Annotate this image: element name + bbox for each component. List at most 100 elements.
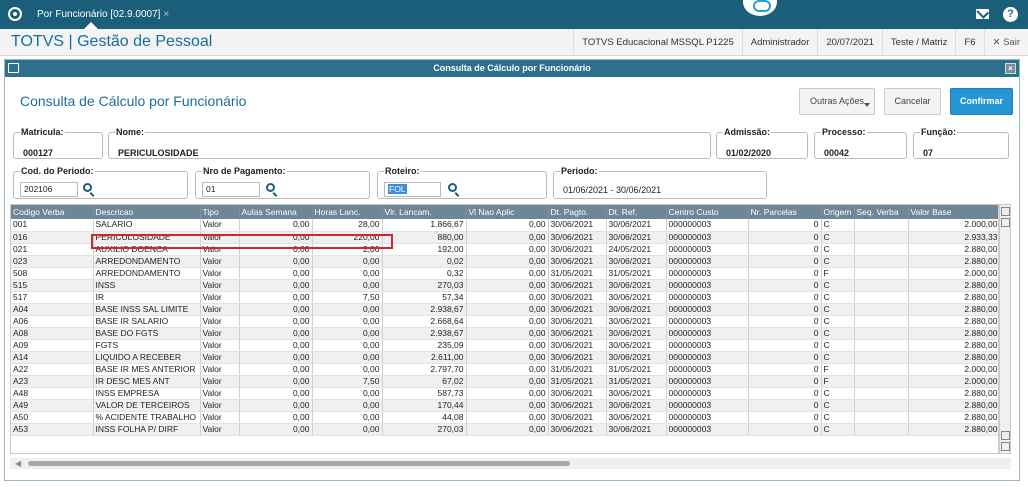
- matricula-field[interactable]: Matricula: 000127: [13, 127, 103, 159]
- table-row[interactable]: A22 BASE IR MES ANTERIOR Valor 0,00 0,00 2.79…: [11, 363, 998, 376]
- scroll-down-icon[interactable]: [1001, 431, 1010, 440]
- table-cell: 2.880,00: [908, 279, 998, 292]
- table-row[interactable]: A50% ACIDENTE TRABALHO Valor 0,00 0,00 44,08…: [11, 411, 998, 424]
- table-cell: 0: [748, 423, 822, 436]
- table-cell: C: [821, 315, 855, 328]
- table-row[interactable]: A06 BASE IR SALARIO Valor 0,00 0,00 2.668,64 0…: [11, 315, 998, 328]
- scroll-bottom-icon[interactable]: [1001, 442, 1010, 451]
- roteiro-selected-text: FOL: [388, 184, 407, 194]
- exit-button[interactable]: ✕ Sair: [983, 29, 1028, 56]
- table-cell: 0: [748, 375, 822, 388]
- chat-icon[interactable]: [741, 0, 779, 18]
- column-header[interactable]: Codigo Verba: [11, 205, 94, 219]
- table-cell: 2.880,00: [908, 351, 998, 364]
- mail-icon[interactable]: [976, 9, 989, 19]
- column-header[interactable]: Seq. Verba: [854, 205, 909, 219]
- table-cell: 0,00: [466, 411, 549, 424]
- table-cell: 000000003: [666, 351, 749, 364]
- table-cell: Valor: [200, 255, 240, 268]
- column-header[interactable]: Horas Lanc.: [312, 205, 383, 219]
- vertical-scrollbar[interactable]: [999, 204, 1011, 454]
- column-header[interactable]: Vlr. Lancam.: [382, 205, 467, 219]
- funcao-field[interactable]: Função: 07: [913, 127, 1009, 159]
- table-cell: 270,03: [382, 279, 467, 292]
- table-cell: 0: [748, 411, 822, 424]
- other-actions-button[interactable]: Outras Ações: [799, 88, 875, 115]
- nro-pagamento-input[interactable]: 01: [202, 182, 260, 197]
- table-cell: 0,00: [239, 291, 313, 304]
- branch-label[interactable]: Teste / Matriz: [881, 29, 956, 56]
- scrollbar-thumb[interactable]: [28, 461, 570, 466]
- column-header[interactable]: Valor Base: [908, 205, 998, 219]
- column-header[interactable]: Vl Nao Aplic: [466, 205, 549, 219]
- table-row[interactable]: A49 VALOR DE TERCEIROS Valor 0,00 0,00 170,44…: [11, 399, 998, 412]
- window-icon: [8, 63, 19, 73]
- table-row[interactable]: 517 IR Valor 0,00 7,50 57,34 0,00 30/06/2021 30/…: [11, 291, 998, 304]
- cod-periodo-input[interactable]: 202106: [20, 182, 78, 197]
- dialog-titlebar: Consulta de Cálculo por Funcionário ×: [5, 60, 1019, 77]
- column-header[interactable]: Descricao: [93, 205, 201, 219]
- table-row[interactable]: A04 BASE INSS SAL LIMITE Valor 0,00 0,00 2.93…: [11, 303, 998, 316]
- scroll-up-icon[interactable]: [1001, 218, 1010, 227]
- table-cell: 0,32: [382, 267, 467, 280]
- calculation-grid[interactable]: Codigo Verba Descricao Tipo Aulas Semana Hor…: [10, 204, 999, 454]
- help-icon[interactable]: ?: [1003, 7, 1018, 22]
- table-cell: 2.880,00: [908, 339, 998, 352]
- column-header[interactable]: Dt. Ref.: [606, 205, 667, 219]
- table-cell: C: [821, 399, 855, 412]
- nome-field[interactable]: Nome: PERICULOSIDADE: [108, 127, 711, 159]
- table-row[interactable]: A48 INSS EMPRESA Valor 0,00 0,00 587,73 0,00 30…: [11, 387, 998, 400]
- search-icon[interactable]: [448, 183, 457, 192]
- user-label[interactable]: Administrador: [741, 29, 818, 56]
- table-row[interactable]: A23 IR DESC MES ANT Valor 0,00 7,50 67,02 0,00…: [11, 375, 998, 388]
- column-header[interactable]: Tipo: [200, 205, 240, 219]
- column-header[interactable]: Origem: [821, 205, 855, 219]
- column-header[interactable]: Centro Custo: [666, 205, 749, 219]
- top-bar: Por Funcionário [02.9.0007] × ?: [0, 0, 1028, 29]
- table-row[interactable]: A08 BASE DO FGTS Valor 0,00 0,00 2.938,67 0,00…: [11, 327, 998, 340]
- table-row[interactable]: 023 ARREDONDAMENTO Valor 0,00 0,00 0,02 0,00 30…: [11, 255, 998, 268]
- table-cell: 30/06/2021: [548, 279, 607, 292]
- dialog-window: Consulta de Cálculo por Funcionário × Co…: [4, 59, 1020, 481]
- table-row[interactable]: A53 INSS FOLHA P/ DIRF Valor 0,00 0,00 270,03…: [11, 423, 998, 436]
- table-cell: 0,00: [466, 303, 549, 316]
- roteiro-input[interactable]: FOL: [384, 182, 441, 197]
- column-header[interactable]: Aulas Semana: [239, 205, 313, 219]
- table-cell: 31/05/2021: [606, 363, 667, 376]
- table-row[interactable]: 001 SALARIO Valor 0,00 28,00 1.866,67 0,00 30/0…: [11, 219, 998, 232]
- f6-shortcut[interactable]: F6: [955, 29, 983, 56]
- table-cell: Valor: [200, 267, 240, 280]
- periodo-field[interactable]: Periodo: 01/06/2021 - 30/06/2021: [553, 166, 767, 199]
- totvs-logo-icon[interactable]: [8, 7, 22, 21]
- search-icon[interactable]: [266, 183, 275, 192]
- close-icon[interactable]: ×: [1005, 63, 1016, 74]
- horizontal-scrollbar[interactable]: ◀: [10, 458, 1011, 469]
- table-cell: A08: [11, 327, 94, 340]
- table-row[interactable]: A14 LIQUIDO A RECEBER Valor 0,00 0,00 2.611,0…: [11, 351, 998, 364]
- confirm-button[interactable]: Confirmar: [950, 88, 1013, 115]
- table-row[interactable]: 508 ARREDONDAMENTO Valor 0,00 0,00 0,32 0,00 31…: [11, 267, 998, 280]
- app-title: TOTVS | Gestão de Pessoal: [11, 33, 213, 50]
- scroll-left-icon[interactable]: ◀: [15, 460, 21, 468]
- search-icon[interactable]: [83, 183, 92, 192]
- column-header[interactable]: Dt. Pagto.: [548, 205, 607, 219]
- processo-field[interactable]: Processo: 00042: [814, 127, 907, 159]
- table-cell: VALOR DE TERCEIROS: [93, 399, 201, 412]
- column-header[interactable]: Nr. Parcelas: [748, 205, 822, 219]
- tab-por-funcionario[interactable]: Por Funcionário [02.9.0007] ×: [31, 0, 175, 29]
- table-cell: 57,34: [382, 291, 467, 304]
- scroll-top-icon[interactable]: [1001, 207, 1010, 216]
- table-cell: 44,08: [382, 411, 467, 424]
- table-row[interactable]: A09 FGTS Valor 0,00 0,00 235,09 0,00 30/06/2021…: [11, 339, 998, 352]
- date-label[interactable]: 20/07/2021: [817, 29, 882, 56]
- tab-close-icon[interactable]: ×: [163, 9, 169, 20]
- table-cell: Valor: [200, 363, 240, 376]
- table-cell: 000000003: [666, 375, 749, 388]
- company-label[interactable]: TOTVS Educacional MSSQL P1225: [573, 29, 742, 56]
- admissao-field[interactable]: Admissão: 01/02/2020: [716, 127, 808, 159]
- cancel-button[interactable]: Cancelar: [884, 88, 941, 115]
- table-cell: 30/06/2021: [606, 327, 667, 340]
- table-cell: 0: [748, 231, 822, 244]
- funcao-label: Função:: [920, 127, 957, 137]
- table-row[interactable]: 515 INSS Valor 0,00 0,00 270,03 0,00 30/06/2021…: [11, 279, 998, 292]
